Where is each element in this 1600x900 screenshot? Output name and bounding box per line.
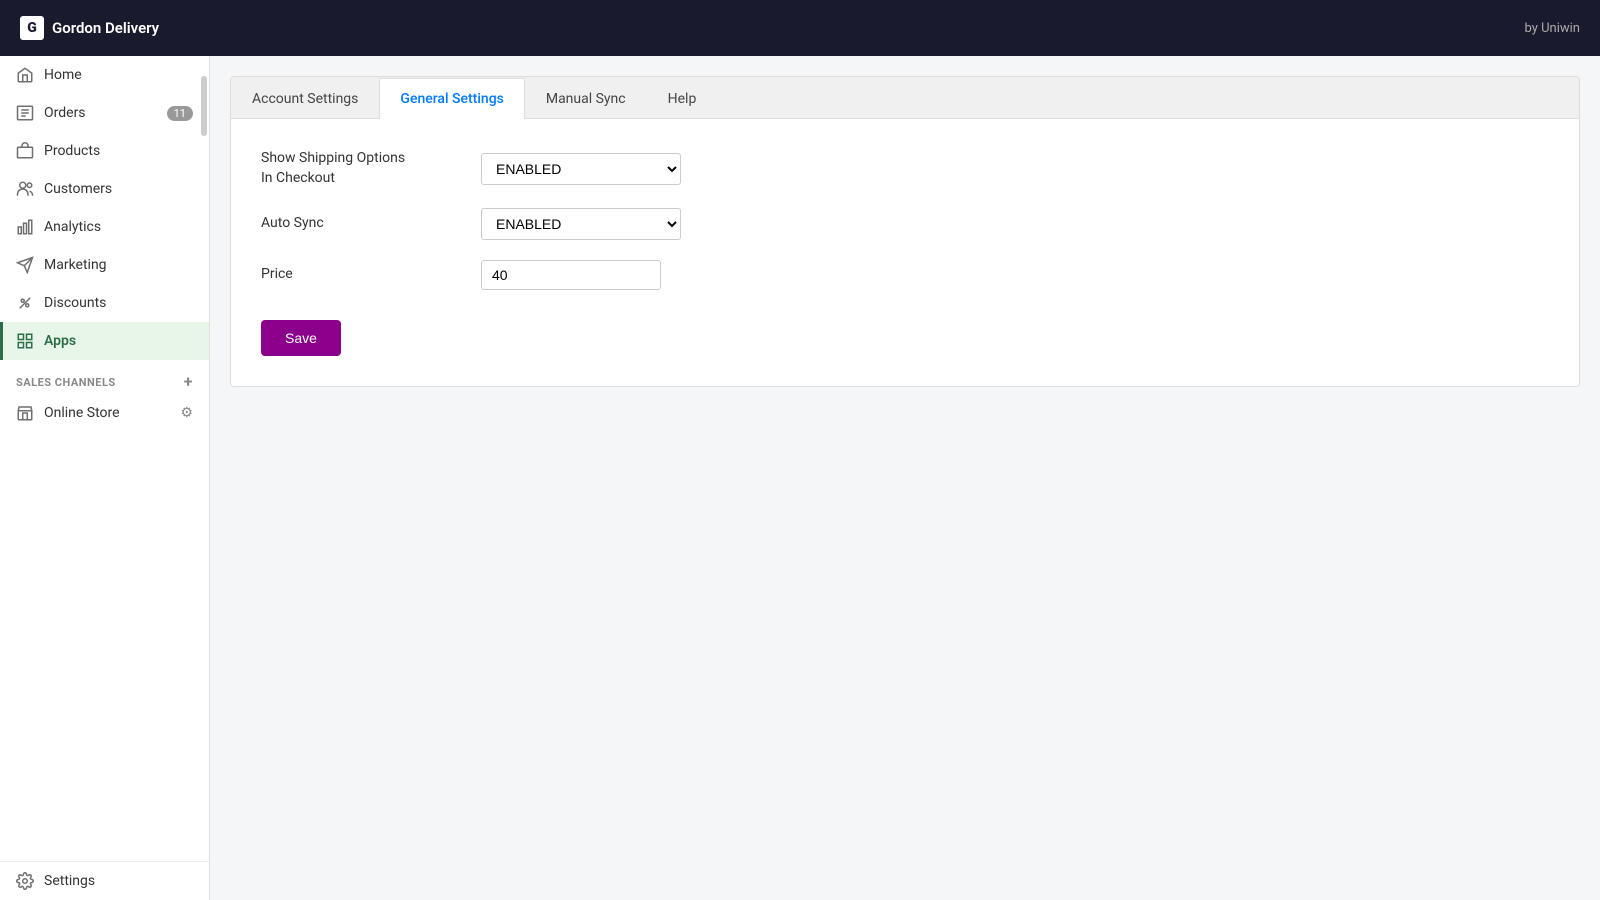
- sidebar-label-online-store: Online Store: [44, 405, 120, 421]
- tab-manual-sync[interactable]: Manual Sync: [525, 78, 647, 119]
- sidebar-item-discounts[interactable]: Discounts: [0, 284, 209, 322]
- orders-icon: [16, 104, 34, 122]
- shipping-options-select[interactable]: ENABLED DISABLED: [481, 153, 681, 185]
- add-channel-button[interactable]: +: [184, 374, 193, 390]
- main-content: Account Settings General Settings Manual…: [210, 56, 1600, 900]
- sidebar: Home Orders 11 Products Customers Analyt…: [0, 56, 210, 900]
- marketing-icon: [16, 256, 34, 274]
- autosync-select[interactable]: ENABLED DISABLED: [481, 208, 681, 240]
- sidebar-item-online-store[interactable]: Online Store ⚙: [0, 394, 209, 432]
- app-card: Account Settings General Settings Manual…: [230, 76, 1580, 387]
- autosync-row: Auto Sync ENABLED DISABLED: [261, 208, 1549, 240]
- sidebar-item-products[interactable]: Products: [0, 132, 209, 170]
- tab-help[interactable]: Help: [647, 78, 718, 119]
- sales-channels-label: SALES CHANNELS: [16, 376, 116, 389]
- analytics-icon: [16, 218, 34, 236]
- sidebar-item-customers[interactable]: Customers: [0, 170, 209, 208]
- sidebar-item-orders[interactable]: Orders 11: [0, 94, 209, 132]
- price-label: Price: [261, 265, 481, 285]
- top-bar: G Gordon Delivery by Uniwin: [0, 0, 1600, 56]
- home-icon: [16, 66, 34, 84]
- customers-icon: [16, 180, 34, 198]
- sidebar-label-orders: Orders: [44, 105, 86, 121]
- sidebar-item-marketing[interactable]: Marketing: [0, 246, 209, 284]
- scroll-indicator: [201, 76, 207, 136]
- sales-channels-section: SALES CHANNELS +: [0, 360, 209, 394]
- tab-general-settings[interactable]: General Settings: [379, 78, 524, 119]
- store-icon: [16, 404, 34, 422]
- brand-name: Gordon Delivery: [52, 19, 159, 37]
- general-settings-content: Show Shipping Options In Checkout ENABLE…: [231, 119, 1579, 386]
- sidebar-label-products: Products: [44, 143, 100, 159]
- sidebar-item-analytics[interactable]: Analytics: [0, 208, 209, 246]
- by-text: by Uniwin: [1525, 21, 1581, 36]
- sidebar-label-analytics: Analytics: [44, 219, 101, 235]
- sidebar-bottom: Settings: [0, 861, 209, 900]
- autosync-label: Auto Sync: [261, 214, 481, 234]
- sidebar-item-apps[interactable]: Apps: [0, 322, 209, 360]
- tab-bar: Account Settings General Settings Manual…: [231, 77, 1579, 119]
- layout: Home Orders 11 Products Customers Analyt…: [0, 56, 1600, 900]
- sidebar-label-settings: Settings: [44, 873, 95, 889]
- brand-logo: G: [20, 16, 44, 40]
- save-button[interactable]: Save: [261, 320, 341, 356]
- apps-icon: [16, 332, 34, 350]
- shipping-options-row: Show Shipping Options In Checkout ENABLE…: [261, 149, 1549, 188]
- price-input[interactable]: [481, 260, 661, 290]
- settings-icon: [16, 872, 34, 890]
- sidebar-item-home[interactable]: Home: [0, 56, 209, 94]
- discounts-icon: [16, 294, 34, 312]
- sidebar-item-settings[interactable]: Settings: [0, 862, 209, 900]
- products-icon: [16, 142, 34, 160]
- online-store-settings-icon[interactable]: ⚙: [180, 405, 193, 421]
- price-row: Price: [261, 260, 1549, 290]
- sidebar-label-marketing: Marketing: [44, 257, 107, 273]
- orders-badge: 11: [167, 106, 193, 121]
- sidebar-label-customers: Customers: [44, 181, 112, 197]
- sidebar-label-discounts: Discounts: [44, 295, 106, 311]
- brand: G Gordon Delivery: [20, 16, 159, 40]
- tab-account-settings[interactable]: Account Settings: [231, 78, 379, 119]
- sidebar-label-home: Home: [44, 67, 82, 83]
- sidebar-label-apps: Apps: [44, 333, 76, 349]
- shipping-options-label: Show Shipping Options In Checkout: [261, 149, 481, 188]
